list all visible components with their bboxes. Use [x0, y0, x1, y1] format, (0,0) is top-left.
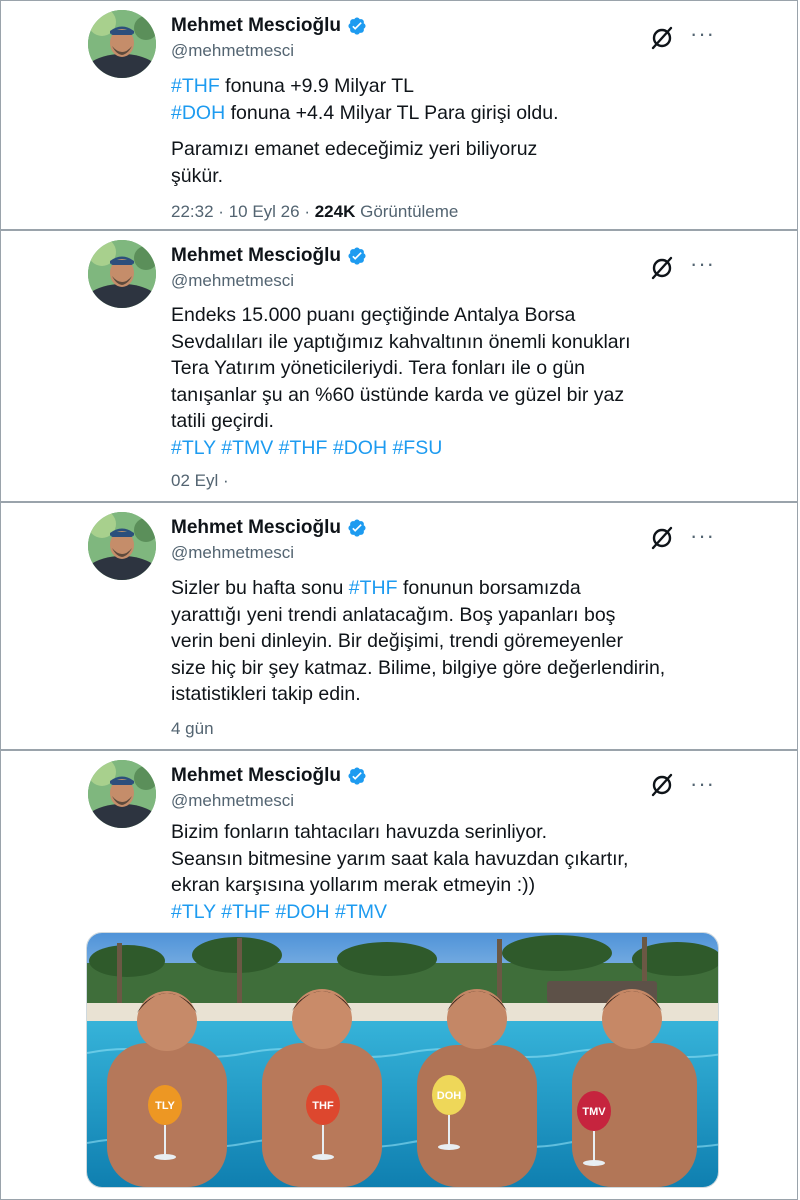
- tweet-date[interactable]: 02 Eyl ·: [171, 471, 229, 491]
- tweet-line: Tera Yatırım yöneticileriydi. Tera fonla…: [171, 357, 586, 379]
- tweet-line: Seansın bitmesine yarım saat kala havuzd…: [171, 847, 629, 870]
- avatar[interactable]: [88, 240, 156, 308]
- hashtag-link[interactable]: #THF: [221, 901, 270, 923]
- avatar[interactable]: [88, 760, 156, 828]
- tweet-line: size hiç bir şey katmaz. Bilime, bilgiye…: [171, 656, 666, 679]
- tweet-paragraph: Paramızı emanet edeceğimiz yeri biliyoru…: [171, 136, 537, 189]
- tweet-line: Paramızı emanet edeceğimiz yeri biliyoru…: [171, 138, 538, 160]
- hashtag-link[interactable]: #DOH: [275, 901, 329, 923]
- more-icon[interactable]: ···: [690, 21, 715, 47]
- tweet-time[interactable]: 22:32: [171, 202, 214, 221]
- author-row[interactable]: Mehmet Mescioğlu: [171, 245, 367, 267]
- author-name[interactable]: Mehmet Mescioğlu: [171, 517, 341, 539]
- more-icon[interactable]: ···: [690, 771, 715, 797]
- drink-label: TMV: [582, 1106, 606, 1118]
- author-name[interactable]: Mehmet Mescioğlu: [171, 245, 341, 267]
- hashtag-link[interactable]: #TLY: [171, 901, 216, 923]
- author-handle[interactable]: @mehmetmesci: [171, 543, 294, 563]
- tweet-line: verin beni dinleyin. Bir değişimi, trend…: [171, 630, 623, 652]
- verified-badge-icon[interactable]: [347, 16, 367, 36]
- drink-label: THF: [312, 1100, 334, 1112]
- hashtag-link[interactable]: #THF: [171, 75, 220, 97]
- author-handle[interactable]: @mehmetmesci: [171, 791, 294, 811]
- tweet-date[interactable]: 10 Eyl 26: [229, 202, 300, 221]
- view-label: Görüntüleme: [360, 202, 459, 221]
- avatar-image: [88, 240, 156, 308]
- more-icon[interactable]: ···: [690, 523, 715, 549]
- view-count: 224K: [314, 202, 356, 221]
- verified-badge-icon[interactable]: [347, 766, 367, 786]
- tweet-text-segment: fonunun borsamızda: [397, 577, 581, 599]
- verified-badge-icon[interactable]: [347, 246, 367, 266]
- tweet-line: Bizim fonların tahtacıları havuzda serin…: [171, 821, 548, 843]
- tweet-text: Endeks 15.000 puanı geçtiğinde Antalya B…: [171, 302, 631, 461]
- avatar-image: [88, 10, 156, 78]
- author-handle[interactable]: @mehmetmesci: [171, 271, 294, 291]
- grok-icon[interactable]: [649, 255, 675, 281]
- tweet-line: tanışanlar şu an %60 üstünde karda ve gü…: [171, 383, 625, 406]
- tweet-1[interactable]: Mehmet Mescioğlu @mehmetmesci ··· #THF f…: [0, 0, 798, 230]
- author-name[interactable]: Mehmet Mescioğlu: [171, 15, 341, 37]
- drink-label: TLY: [155, 1100, 175, 1112]
- tweet-text: #THF fonuna +9.9 Milyar TL #DOH fonuna +…: [171, 73, 559, 126]
- avatar[interactable]: [88, 512, 156, 580]
- tweet-line: ekran karşısına yollarım merak etmeyin :…: [171, 874, 536, 896]
- tweet-date[interactable]: 4 gün: [171, 719, 214, 739]
- hashtag-link[interactable]: #FSU: [392, 437, 442, 459]
- tweet-media-image[interactable]: TLY THF DOH TMV: [86, 932, 719, 1188]
- tweet-text-segment: fonuna +4.4 Milyar TL Para girişi oldu.: [225, 101, 559, 124]
- tweet-text: Sizler bu hafta sonu #THF fonunun borsam…: [171, 575, 665, 708]
- grok-icon[interactable]: [649, 525, 675, 551]
- pool-photo: TLY THF DOH TMV: [87, 933, 718, 1187]
- separator-dot: ·: [218, 202, 224, 221]
- hashtag-link[interactable]: #THF: [279, 437, 328, 459]
- tweet-2[interactable]: Mehmet Mescioğlu @mehmetmesci ··· Endeks…: [0, 230, 798, 502]
- author-row[interactable]: Mehmet Mescioğlu: [171, 765, 367, 787]
- tweet-line: Endeks 15.000 puanı geçtiğinde Antalya B…: [171, 304, 576, 326]
- separator-dot: ·: [304, 202, 310, 221]
- tweet-line: istatistikleri takip edin.: [171, 683, 361, 705]
- tweet-line: yarattığı yeni trendi anlatacağım. Boş y…: [171, 603, 616, 626]
- author-name[interactable]: Mehmet Mescioğlu: [171, 765, 341, 787]
- tweet-line: tatili geçirdi.: [171, 410, 274, 432]
- tweet-text: Bizim fonların tahtacıları havuzda serin…: [171, 819, 628, 925]
- drink-label: DOH: [437, 1090, 462, 1102]
- verified-badge-icon[interactable]: [347, 518, 367, 538]
- tweet-line: şükür.: [171, 164, 224, 187]
- hashtag-link[interactable]: #TMV: [335, 901, 387, 923]
- hashtag-link[interactable]: #THF: [349, 577, 398, 599]
- author-row[interactable]: Mehmet Mescioğlu: [171, 517, 367, 539]
- avatar-image: [88, 512, 156, 580]
- hashtag-link[interactable]: #DOH: [333, 437, 387, 459]
- avatar[interactable]: [88, 10, 156, 78]
- hashtag-link[interactable]: #TMV: [221, 437, 273, 459]
- hashtag-link[interactable]: #TLY: [171, 437, 216, 459]
- tweet-4[interactable]: Mehmet Mescioğlu @mehmetmesci ··· Bizim …: [0, 750, 798, 1200]
- tweet-line: Sevdalıları ile yaptığımız kahvaltının ö…: [171, 330, 631, 353]
- tweet-3[interactable]: Mehmet Mescioğlu @mehmetmesci ··· Sizler…: [0, 502, 798, 750]
- grok-icon[interactable]: [649, 772, 675, 798]
- tweet-text-segment: fonuna +9.9 Milyar TL: [219, 75, 414, 97]
- author-row[interactable]: Mehmet Mescioğlu: [171, 15, 367, 37]
- avatar-image: [88, 760, 156, 828]
- hashtag-link[interactable]: #DOH: [171, 102, 225, 124]
- grok-icon[interactable]: [649, 25, 675, 51]
- author-handle[interactable]: @mehmetmesci: [171, 41, 294, 61]
- tweet-meta: 22:32 · 10 Eyl 26 · 224K Görüntüleme: [171, 202, 458, 222]
- tweet-text-segment: Sizler bu hafta sonu: [171, 577, 349, 599]
- more-icon[interactable]: ···: [690, 251, 715, 277]
